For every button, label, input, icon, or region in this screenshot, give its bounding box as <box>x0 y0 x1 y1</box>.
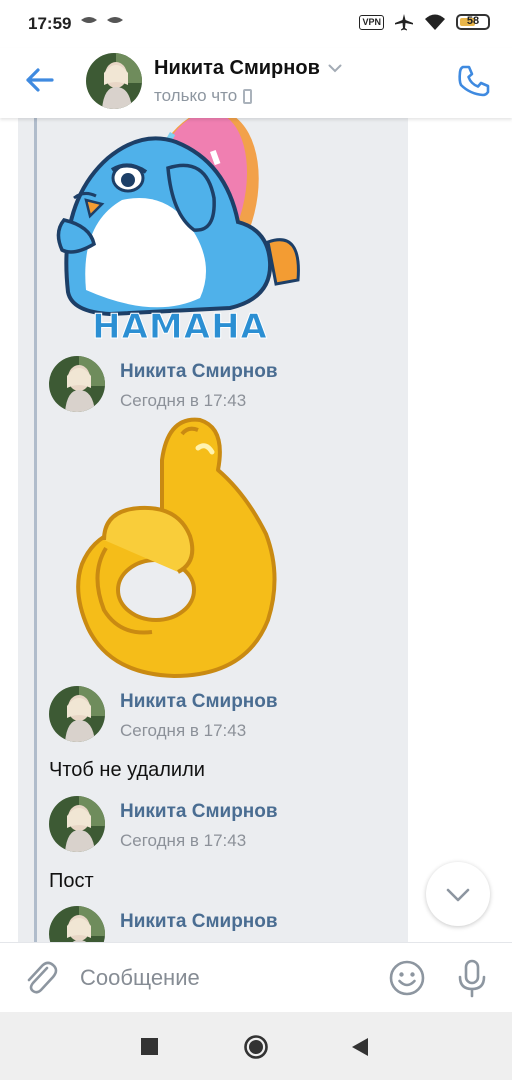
sender-name[interactable]: Никита Смирнов <box>120 911 278 933</box>
recent-apps-icon[interactable] <box>141 1038 158 1055</box>
home-icon[interactable] <box>243 1034 269 1060</box>
notification-icon <box>107 17 123 23</box>
message-timestamp: Сегодня в 17:43 <box>120 721 247 740</box>
notification-icon <box>81 17 97 23</box>
status-icons: VPN 58 <box>359 13 490 31</box>
status-time: 17:59 <box>28 14 72 33</box>
online-status-text: только что <box>154 86 238 105</box>
microphone-icon[interactable] <box>455 958 489 998</box>
system-navigation-bar <box>0 1012 512 1080</box>
back-arrow-icon[interactable] <box>20 62 60 98</box>
sender-avatar[interactable] <box>49 686 105 742</box>
contact-status: только что <box>154 86 253 106</box>
message-timestamp: Сегодня в 17:43 <box>120 391 247 410</box>
paperclip-icon[interactable] <box>22 959 58 997</box>
message-text: Пост <box>49 870 94 892</box>
scroll-to-bottom-button[interactable] <box>426 862 490 926</box>
vpn-icon: VPN <box>359 14 384 30</box>
ok-hand-sticker[interactable] <box>70 414 290 682</box>
contact-avatar[interactable] <box>86 53 142 109</box>
compose-bar <box>0 942 512 1013</box>
chevron-down-icon <box>328 64 342 73</box>
phone-call-icon[interactable] <box>456 63 492 99</box>
sender-name[interactable]: Никита Смирнов <box>120 801 278 823</box>
forward-quote-line <box>34 118 37 942</box>
back-triangle-icon[interactable] <box>350 1036 370 1058</box>
chevron-down-icon <box>446 888 470 902</box>
message-timestamp: Сегодня в 17:43 <box>120 831 247 850</box>
wifi-icon <box>425 14 445 30</box>
penguin-donut-sticker[interactable]: НАМАНА <box>50 118 310 348</box>
status-bar: 17:59 VPN 58 <box>0 0 512 48</box>
sender-name[interactable]: Никита Смирнов <box>120 361 278 383</box>
airplane-mode-icon <box>395 14 413 31</box>
battery-icon: 58 <box>456 14 490 30</box>
chat-header: Никита Смирнов только что <box>0 48 512 118</box>
contact-name-text: Никита Смирнов <box>154 57 320 79</box>
sender-avatar[interactable] <box>49 356 105 412</box>
sticker-caption: НАМАНА <box>92 307 268 347</box>
battery-level: 58 <box>466 15 480 27</box>
message-input[interactable] <box>80 959 370 997</box>
smiley-icon[interactable] <box>388 959 426 997</box>
mobile-device-icon <box>243 88 253 104</box>
sender-name[interactable]: Никита Смирнов <box>120 691 278 713</box>
message-text: Чтоб не удалили <box>49 759 205 781</box>
message-list[interactable]: НАМАНА Никита Смирнов Сегодня в 17:43 Ни… <box>0 118 512 942</box>
sender-avatar[interactable] <box>49 796 105 852</box>
contact-name[interactable]: Никита Смирнов <box>154 57 342 80</box>
